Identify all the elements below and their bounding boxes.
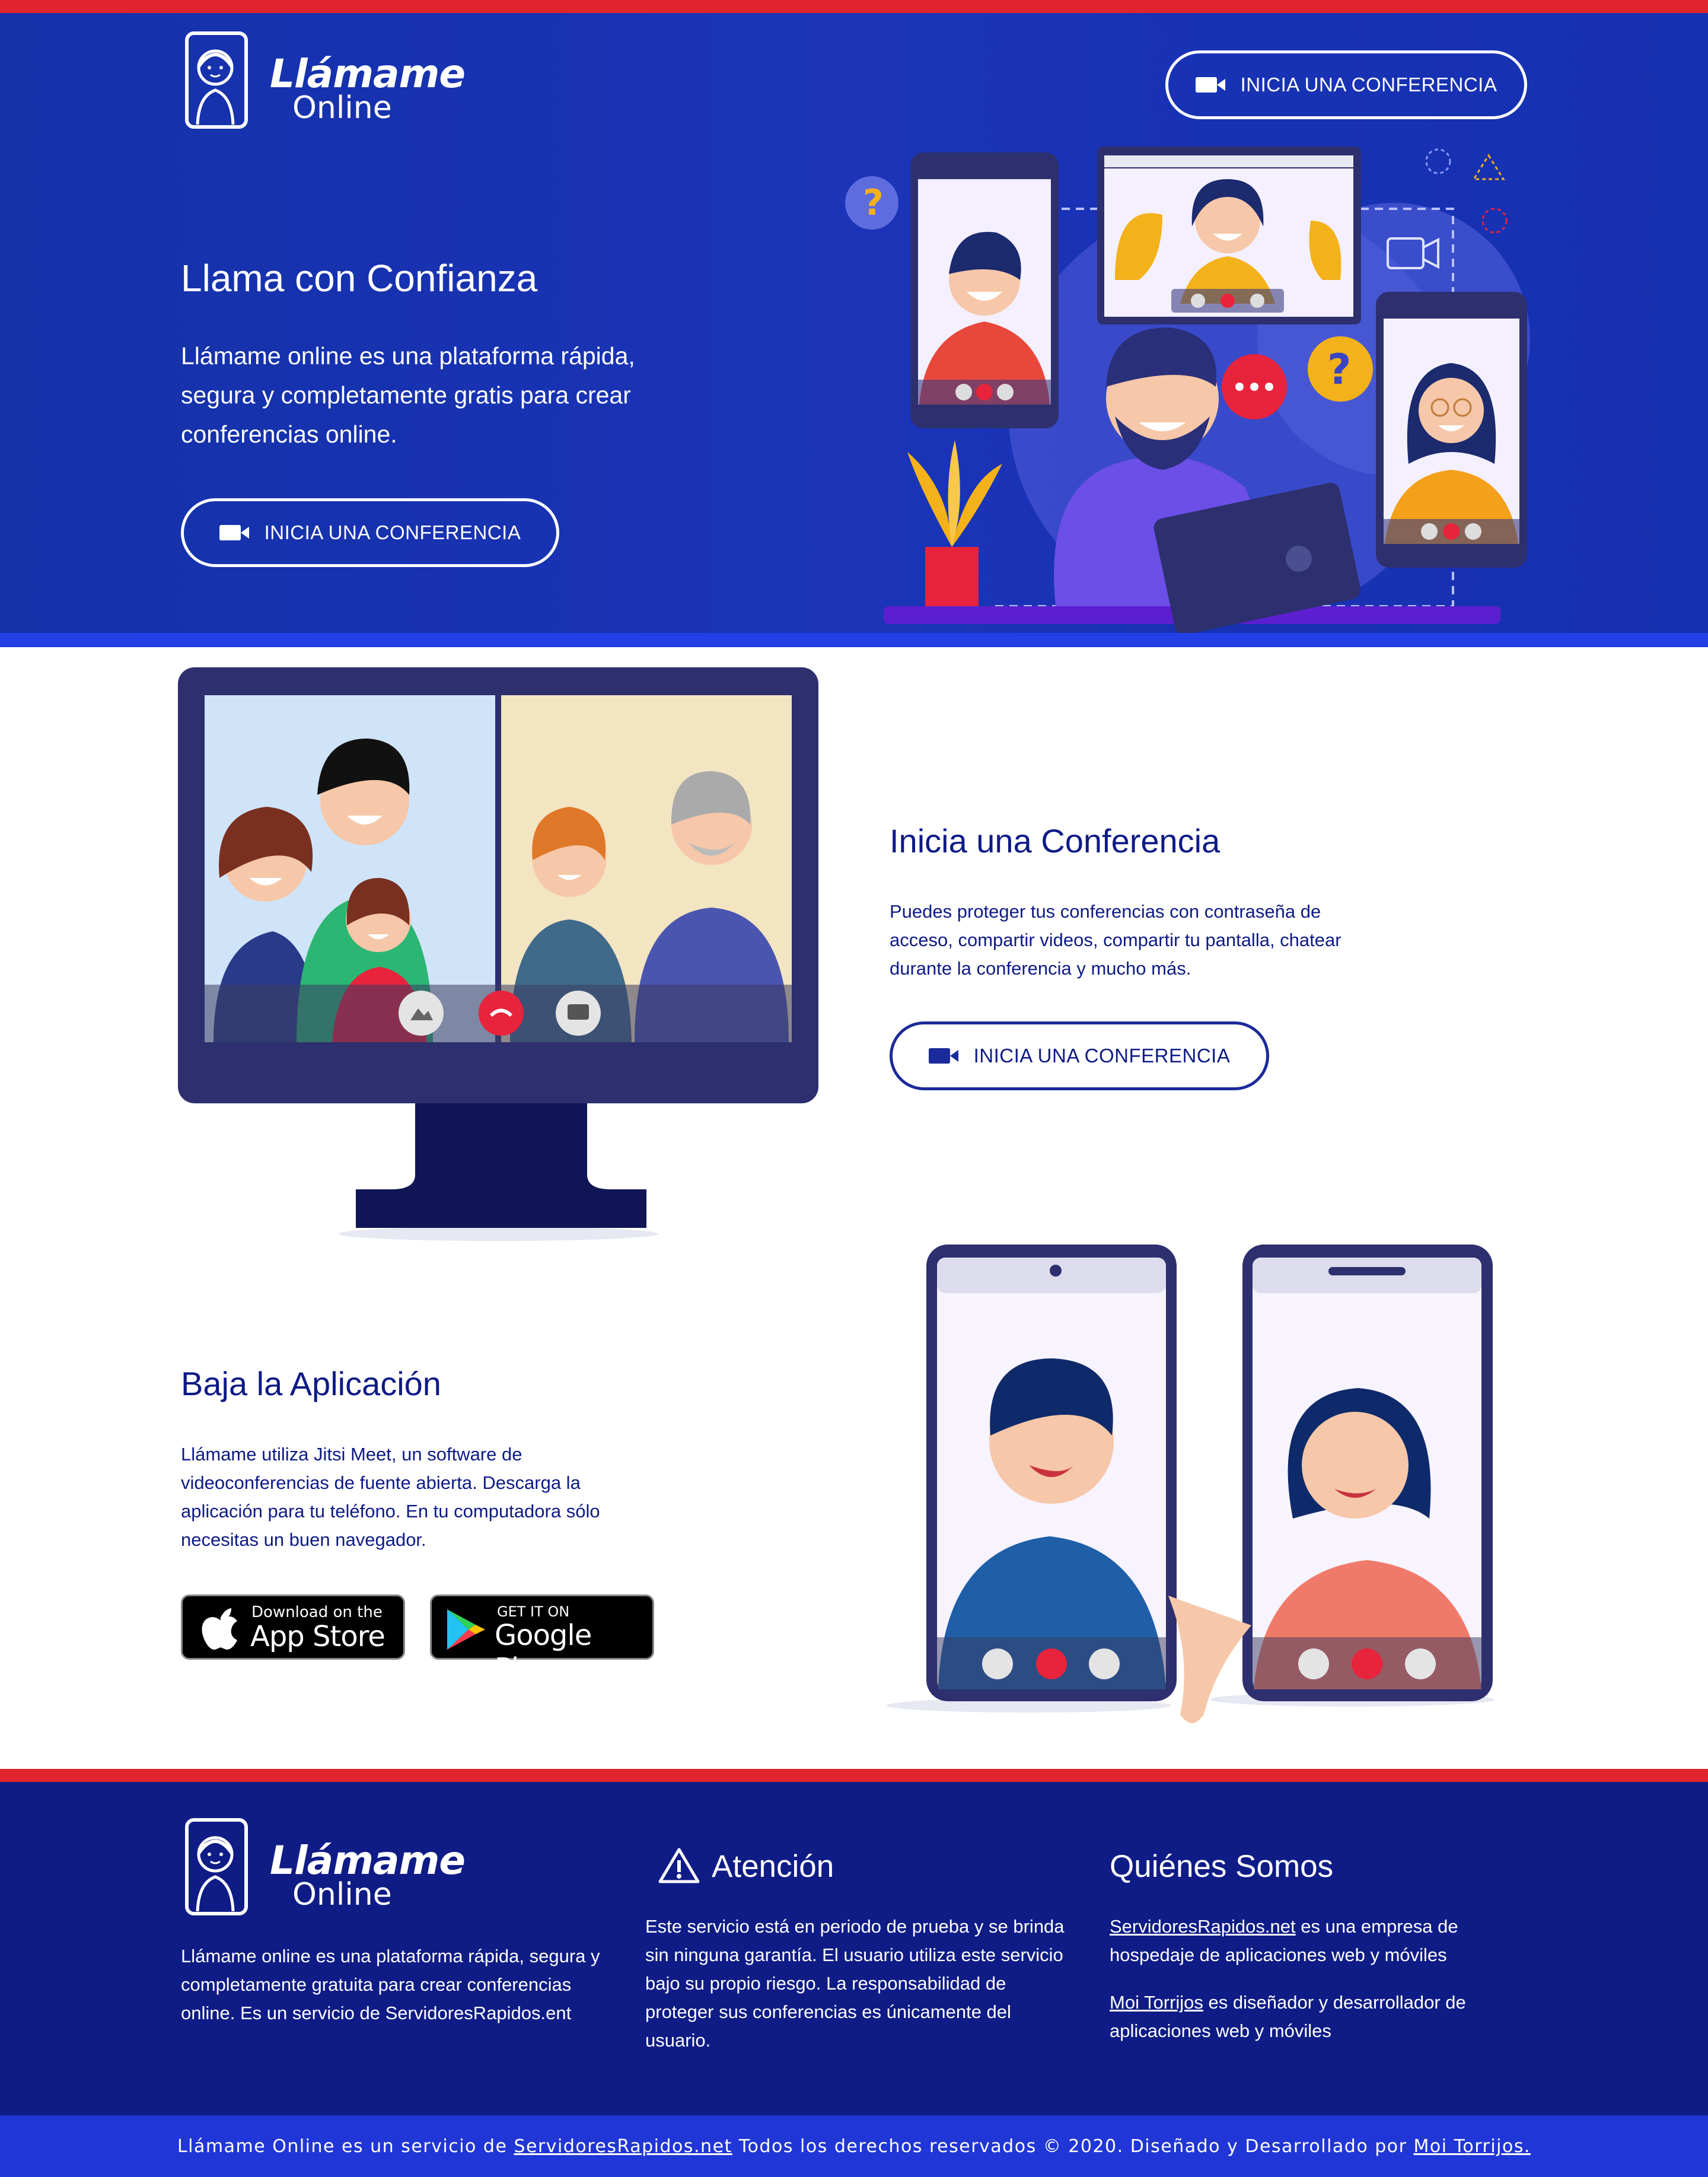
copyright-middle: Todos los derechos reservados © 2020. Di… xyxy=(732,2135,1414,2157)
apple-icon xyxy=(202,1608,237,1650)
desktop-video-call-illustration xyxy=(178,667,818,1241)
footer-brand-name-line2: Online xyxy=(292,1877,392,1912)
app-section-title: Baja la Aplicación xyxy=(181,1365,441,1402)
google-play-big-text: Google Play xyxy=(495,1619,592,1685)
moi-torrijos-link[interactable]: Moi Torrijos xyxy=(1110,1992,1203,2013)
svg-text:?: ? xyxy=(863,182,884,224)
copyright-prefix: Llámame Online es un servicio de xyxy=(177,2135,514,2157)
app-section-text: Llámame utiliza Jitsi Meet, un software … xyxy=(181,1444,600,1550)
who-we-are-paragraph-2: Moi Torrijos es diseñador y desarrollado… xyxy=(1110,1988,1525,2045)
hero-text: Llámame online es una plataforma rápida,… xyxy=(181,342,635,448)
google-play-badge[interactable]: GET IT ON Google Play xyxy=(430,1594,654,1685)
attention-text: Este servicio está en periodo de prueba … xyxy=(645,1916,1065,2051)
header-start-conference-button[interactable]: INICIA UNA CONFERENCIA xyxy=(1165,50,1527,119)
hero-bottom-bar xyxy=(0,633,1708,647)
footer: Llámame Online Llámame online es una pla… xyxy=(0,1782,1708,2115)
top-accent-bar xyxy=(0,0,1708,13)
phone-girl-logo-icon xyxy=(185,1818,248,1915)
copyright-bar: Llámame Online es un servicio de Servido… xyxy=(0,2115,1708,2177)
copyright-servidores-link[interactable]: ServidoresRapidos.net xyxy=(514,2136,732,2157)
hero-cta-label: INICIA UNA CONFERENCIA xyxy=(264,521,521,543)
video-camera-icon xyxy=(219,525,249,540)
footer-about-text: Llámame online es una plataforma rápida,… xyxy=(181,1946,600,2023)
conference-section-title: Inicia una Conferencia xyxy=(890,822,1221,860)
phone-girl-logo-icon xyxy=(185,31,248,129)
google-play-small-text: GET IT ON xyxy=(497,1603,570,1620)
footer-brand-logo[interactable]: Llámame Online xyxy=(181,1818,466,1918)
attention-title: Atención xyxy=(712,1849,834,1884)
hero-section: Llámame Online INICIA UNA CONFERENCIA Ll… xyxy=(0,13,1708,633)
footer-accent-bar xyxy=(0,1769,1708,1782)
who-we-are-title: Quiénes Somos xyxy=(1110,1849,1334,1884)
who-we-are-paragraph-1: ServidoresRapidos.net es una empresa de … xyxy=(1110,1912,1525,1969)
svg-text:?: ? xyxy=(1327,345,1352,394)
google-play-icon xyxy=(447,1609,485,1650)
conference-start-button[interactable]: INICIA UNA CONFERENCIA xyxy=(890,1021,1269,1090)
hero-start-conference-button[interactable]: INICIA UNA CONFERENCIA xyxy=(181,498,559,567)
conference-section-text: Puedes proteger tus conferencias con con… xyxy=(890,901,1341,979)
video-conference-illustration: ? ? xyxy=(845,147,1530,633)
hero-title: Llama con Confianza xyxy=(181,257,538,300)
brand-logo[interactable]: Llámame Online xyxy=(181,31,466,132)
app-store-big-text: App Store xyxy=(250,1620,385,1653)
app-store-small-text: Download on the xyxy=(251,1603,383,1621)
phones-couple-illustration xyxy=(887,1245,1494,1723)
brand-name-line2: Online xyxy=(292,90,392,126)
warning-icon xyxy=(658,1848,700,1883)
video-camera-icon xyxy=(928,1048,958,1064)
conference-cta-label: INICIA UNA CONFERENCIA xyxy=(973,1045,1231,1067)
copyright-moi-link[interactable]: Moi Torrijos. xyxy=(1414,2136,1531,2157)
app-store-badge[interactable]: Download on the App Store xyxy=(181,1594,405,1660)
servidoresrapidos-link[interactable]: ServidoresRapidos.net xyxy=(1110,1916,1296,1937)
video-camera-icon xyxy=(1195,77,1225,93)
header-cta-label: INICIA UNA CONFERENCIA xyxy=(1240,74,1497,96)
